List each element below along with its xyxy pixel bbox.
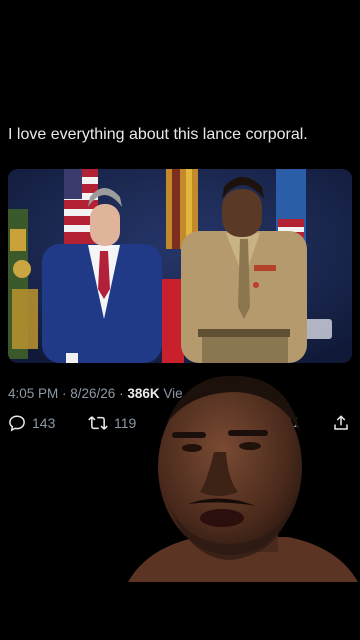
reaction-face-illustration [128, 375, 358, 582]
reply-count: 143 [32, 415, 56, 431]
reaction-video-overlay[interactable] [128, 372, 358, 582]
reply-icon [9, 415, 25, 432]
post-photo[interactable] [8, 169, 352, 363]
post-timestamp[interactable]: 4:05 PM · 8/26/26 · [8, 386, 127, 401]
ceremony-photo-illustration [8, 169, 352, 363]
post-text: I love everything about this lance corpo… [8, 126, 308, 143]
reply-button[interactable]: 143 [8, 414, 55, 432]
repost-icon [88, 416, 108, 430]
